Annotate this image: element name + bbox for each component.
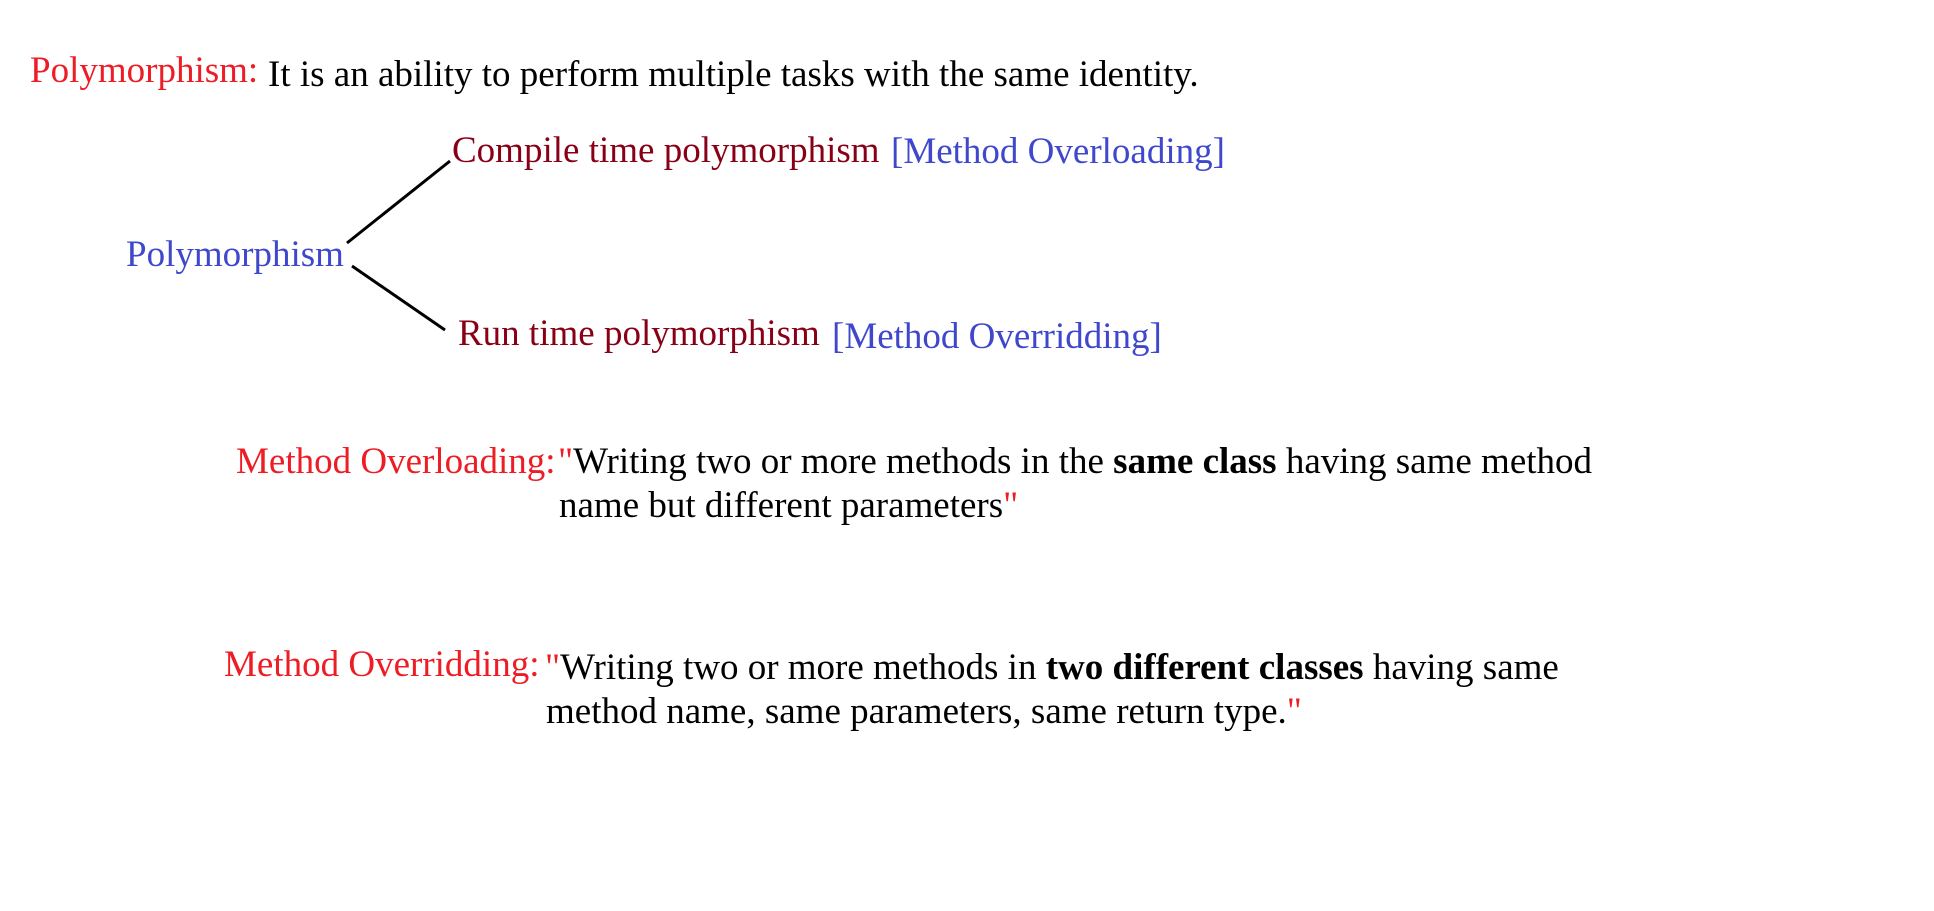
branch-runtime-tag: [Method Overridding] [832, 316, 1162, 357]
branch-compile-tag: [Method Overloading] [891, 131, 1225, 172]
overriding-close-quote: " [1286, 691, 1302, 732]
branch-compile-label: Compile time polymorphism [452, 130, 880, 171]
overloading-term: Method Overloading: [236, 441, 556, 482]
overriding-text-after: having same [1363, 647, 1559, 688]
overriding-line-1: "Writing two or more methods in two diff… [545, 649, 1559, 686]
definition-text: It is an ability to perform multiple tas… [268, 54, 1199, 95]
overloading-line-2: name but different parameters" [559, 487, 1018, 524]
overriding-text-line2: method name, same parameters, same retur… [546, 691, 1287, 732]
overriding-line-2: method name, same parameters, same retur… [546, 693, 1302, 730]
overloading-open-quote: " [558, 441, 574, 482]
overloading-text-line2: name but different parameters [559, 485, 1004, 526]
branch-runtime-label: Run time polymorphism [458, 313, 820, 354]
overriding-text-bold: two different classes [1045, 647, 1364, 688]
overloading-close-quote: " [1003, 485, 1019, 526]
tree-root-label: Polymorphism [126, 234, 344, 275]
overriding-term: Method Overridding: [224, 644, 540, 685]
overloading-text-before: Writing two or more methods in the [573, 441, 1114, 482]
overriding-text-before: Writing two or more methods in [560, 647, 1046, 688]
overloading-line-1: "Writing two or more methods in the same… [558, 443, 1592, 480]
overloading-text-after: having same method [1276, 441, 1593, 482]
connector-line-compile [346, 159, 451, 245]
connector-line-runtime [351, 264, 446, 332]
overloading-text-bold: same class [1113, 441, 1277, 482]
overriding-open-quote: " [545, 647, 561, 688]
definition-term: Polymorphism: [30, 50, 259, 91]
